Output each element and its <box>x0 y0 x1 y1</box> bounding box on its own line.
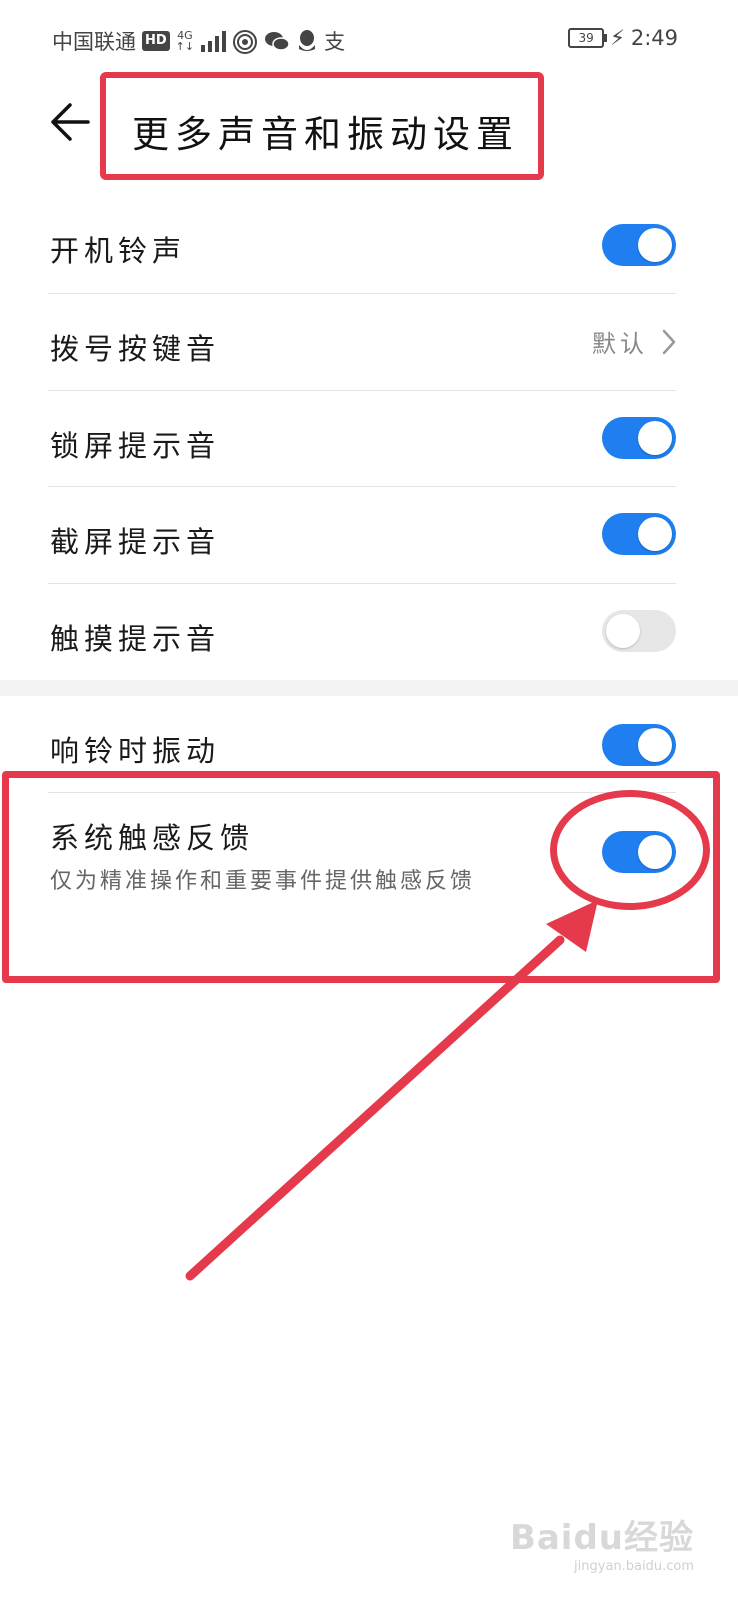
setting-label: 开机铃声 <box>50 234 187 268</box>
arrow-left-icon <box>51 103 90 141</box>
battery-icon: 39 <box>568 28 608 48</box>
toggle-knob <box>638 728 672 762</box>
status-right: 39 ⚡ 2:49 <box>568 26 678 50</box>
qq-icon <box>299 30 316 51</box>
toggle-knob <box>638 228 672 262</box>
charging-icon: ⚡ <box>610 26 625 50</box>
baidu-watermark: Baidu经验 jingyan.baidu.com <box>510 1510 694 1574</box>
status-left: 中国联通 HD 4G ↑↓ 支 <box>52 26 345 56</box>
setting-label: 截屏提示音 <box>50 525 221 559</box>
wechat-icon <box>265 32 290 51</box>
dial-tone-value[interactable]: 默认 <box>592 324 676 359</box>
annotation-circle <box>550 790 710 910</box>
hotspot-icon <box>233 30 258 54</box>
setting-value: 默认 <box>592 330 648 358</box>
lock-sound-toggle[interactable] <box>602 417 676 459</box>
setting-row-boot-ringtone[interactable]: 开机铃声 <box>48 198 676 292</box>
boot-ringtone-toggle[interactable] <box>602 224 676 266</box>
watermark-url: jingyan.baidu.com <box>574 1559 694 1574</box>
toggle-knob <box>606 614 640 648</box>
network-type: 4G ↑↓ <box>175 29 195 53</box>
setting-row-dial-tone[interactable]: 拨号按键音 默认 <box>48 294 676 390</box>
hd-badge: HD <box>142 31 170 51</box>
setting-label: 触摸提示音 <box>50 622 221 656</box>
setting-row-screenshot-sound[interactable]: 截屏提示音 <box>48 487 676 583</box>
annotation-title-box <box>100 72 544 180</box>
setting-row-touch-sound[interactable]: 触摸提示音 <box>48 584 676 680</box>
toggle-knob <box>638 421 672 455</box>
carrier-name: 中国联通 <box>52 30 136 54</box>
chevron-right-icon <box>662 329 676 354</box>
ring-vibrate-toggle[interactable] <box>602 724 676 766</box>
touch-sound-toggle[interactable] <box>602 610 676 652</box>
screenshot-sound-toggle[interactable] <box>602 513 676 555</box>
setting-label: 锁屏提示音 <box>50 429 221 463</box>
back-button[interactable] <box>48 100 96 148</box>
toggle-knob <box>638 517 672 551</box>
signal-icon <box>201 31 227 52</box>
setting-row-lock-sound[interactable]: 锁屏提示音 <box>48 391 676 487</box>
alipay-icon: 支 <box>324 30 346 54</box>
section-separator <box>0 680 738 696</box>
watermark-logo: Baidu经验 <box>509 1518 694 1558</box>
clock: 2:49 <box>630 26 678 50</box>
setting-label: 拨号按键音 <box>50 332 221 366</box>
setting-label: 响铃时振动 <box>50 734 221 768</box>
